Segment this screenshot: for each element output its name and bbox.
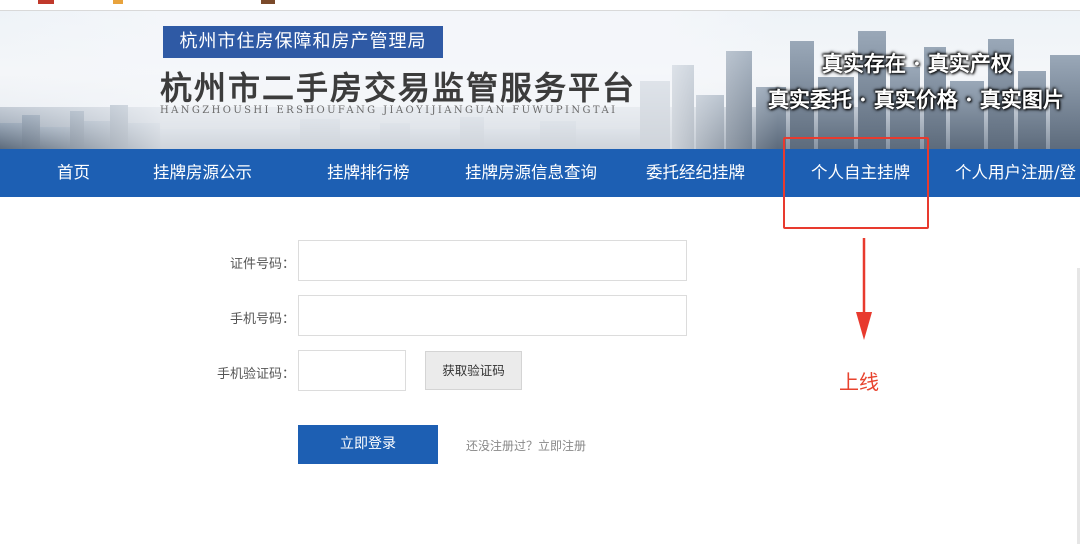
sms-code-input[interactable] [298,350,406,391]
nav-item-home[interactable]: 首页 [57,149,90,197]
nav-item-listing-ranking[interactable]: 挂牌排行榜 [327,149,410,197]
nav-item-user-register-login[interactable]: 个人用户注册/登 [955,149,1076,197]
slogan-line-2: 真实委托 · 真实价格 · 真实图片 [768,87,1064,112]
id-number-input[interactable] [298,240,687,281]
top-fragment [38,0,54,4]
top-fragment [113,0,123,4]
slogan-line-1: 真实存在 · 真实产权 [822,51,1012,76]
nav-item-listing-query[interactable]: 挂牌房源信息查询 [465,149,597,197]
browser-top-strip [0,0,1080,11]
id-number-label: 证件号码： [229,257,295,272]
sms-code-label: 手机验证码： [216,367,295,382]
login-button[interactable]: 立即登录 [298,425,438,464]
nav-item-listing-publicity[interactable]: 挂牌房源公示 [153,149,252,197]
annotation-arrow-down-icon [856,238,872,340]
annotation-note: 上线 [839,370,879,394]
header-banner: 杭州市住房保障和房产管理局 杭州市二手房交易监管服务平台 HANGZHOUSHI… [0,11,1080,149]
nav-item-agent-listing[interactable]: 委托经纪挂牌 [646,149,745,197]
top-fragment [261,0,275,4]
platform-title: 杭州市二手房交易监管服务平台 [160,69,637,107]
phone-number-input[interactable] [298,295,687,336]
get-code-button[interactable]: 获取验证码 [425,351,522,390]
platform-pinyin: HANGZHOUSHI ERSHOUFANG JIAOYIJIANGUAN FU… [160,105,618,116]
annotation-highlight-box [783,137,929,229]
agency-name-badge: 杭州市住房保障和房产管理局 [163,26,443,58]
register-link[interactable]: 还没注册过？立即注册 [466,437,586,454]
phone-number-label: 手机号码： [229,312,295,327]
